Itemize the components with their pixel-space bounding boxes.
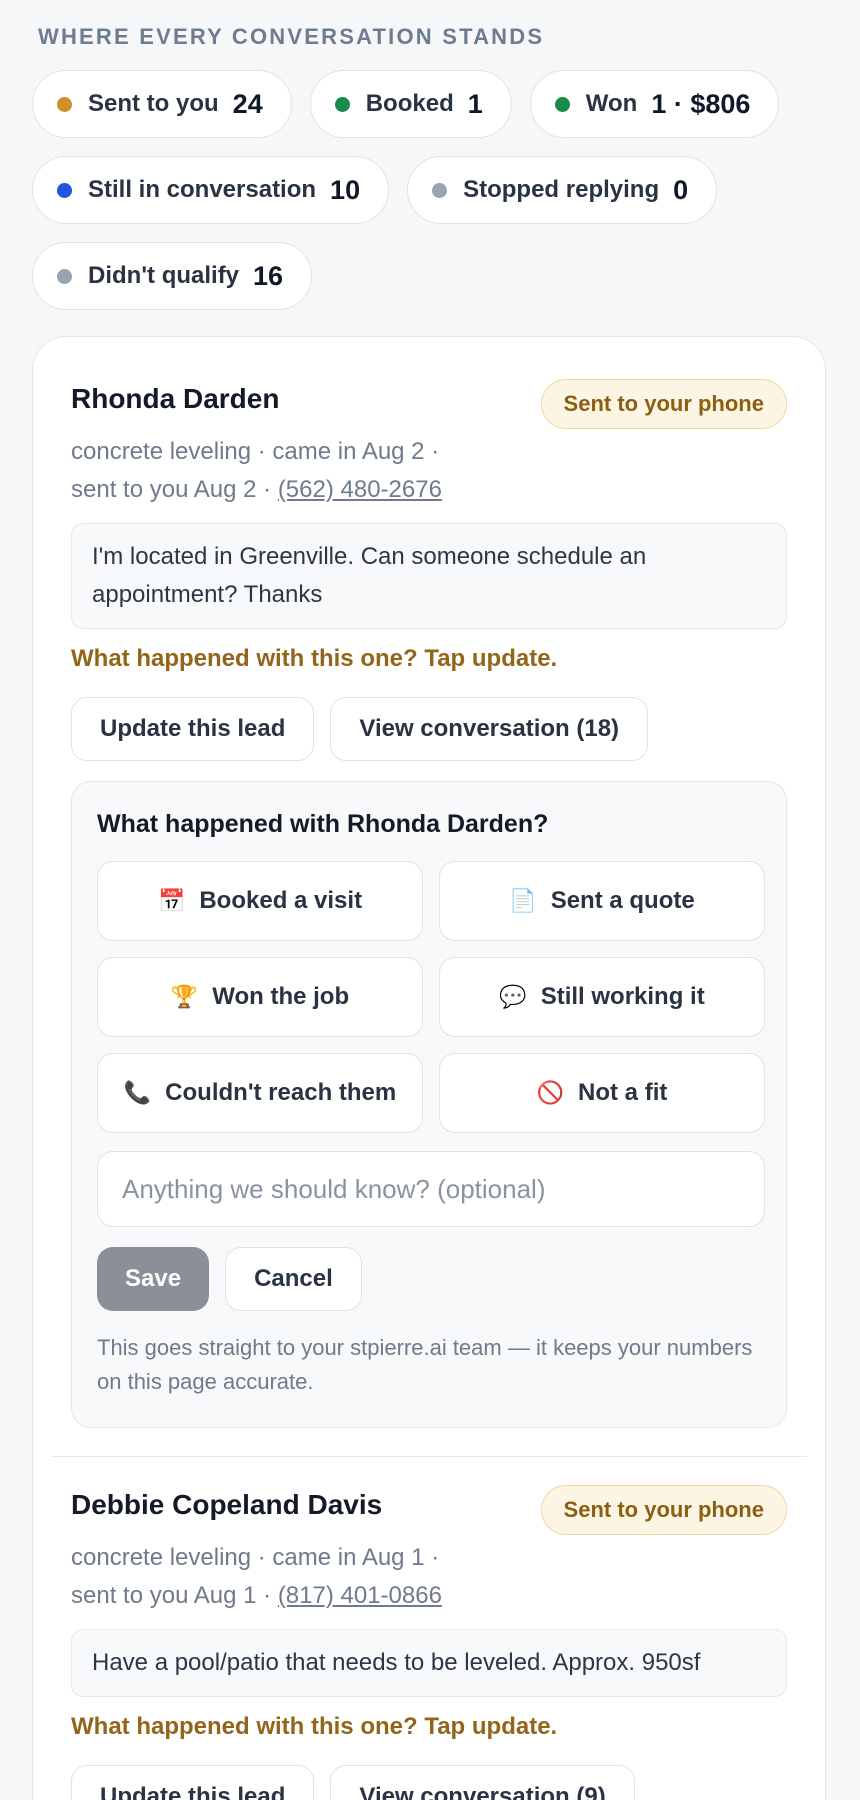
notes-input[interactable] xyxy=(97,1151,765,1227)
cancel-button[interactable]: Cancel xyxy=(225,1247,362,1311)
outcome-options: 📅 Booked a visit 📄 Sent a quote 🏆 Won th… xyxy=(97,861,765,1133)
calendar-icon: 📅 xyxy=(157,888,186,913)
chip-booked[interactable]: Booked 1 xyxy=(309,70,512,138)
option-label: Sent a quote xyxy=(550,887,695,914)
lead-name: Debbie Copeland Davis xyxy=(71,1489,383,1520)
update-lead-button[interactable]: Update this lead xyxy=(71,697,315,761)
status-chips: Sent to you 24 Booked 1 Won 1 · $806 Sti… xyxy=(32,70,832,310)
option-booked-a-visit[interactable]: 📅 Booked a visit xyxy=(97,861,423,941)
lead-meta-line2: sent to you Aug 1 · (817) 401-0866 xyxy=(71,1577,787,1615)
option-won-the-job[interactable]: 🏆 Won the job xyxy=(97,957,423,1037)
chip-label: Still in conversation xyxy=(88,176,317,203)
update-prompt: What happened with this one? Tap update. xyxy=(71,1713,558,1740)
option-label: Still working it xyxy=(540,983,705,1010)
chip-value: 24 xyxy=(232,88,263,119)
status-badge: Sent to your phone xyxy=(540,1485,787,1535)
option-not-a-fit[interactable]: 🚫 Not a fit xyxy=(439,1053,765,1133)
section-heading: WHERE EVERY CONVERSATION STANDS xyxy=(38,24,545,49)
option-label: Not a fit xyxy=(578,1079,668,1106)
speech-bubble-icon: 💬 xyxy=(499,984,527,1009)
option-couldnt-reach-them[interactable]: 📞 Couldn't reach them xyxy=(97,1053,423,1133)
chip-value: 16 xyxy=(253,260,284,291)
document-icon: 📄 xyxy=(509,888,537,913)
chip-value: 1 · $806 xyxy=(651,88,751,119)
chip-label: Sent to you xyxy=(88,90,219,117)
chip-stopped-replying[interactable]: Stopped replying 0 xyxy=(407,156,718,224)
phone-icon: 📞 xyxy=(123,1080,152,1105)
status-dot xyxy=(57,96,72,112)
chip-won[interactable]: Won 1 · $806 xyxy=(529,70,780,138)
lead-message: Have a pool/patio that needs to be level… xyxy=(71,1629,787,1697)
chip-still-in-conversation[interactable]: Still in conversation 10 xyxy=(32,156,390,224)
lead-header: Rhonda Darden Sent to your phone xyxy=(71,379,787,429)
option-label: Booked a visit xyxy=(199,887,363,914)
chip-label: Stopped replying xyxy=(463,176,660,203)
panel-footnote: This goes straight to your stpierre.ai t… xyxy=(97,1335,753,1394)
option-label: Couldn't reach them xyxy=(165,1079,397,1106)
lead-message: I'm located in Greenville. Can someone s… xyxy=(71,523,787,629)
divider xyxy=(51,1456,807,1457)
lead-meta-line1: concrete leveling · came in Aug 2 · xyxy=(71,438,440,465)
lead-meta: concrete leveling · came in Aug 1 · sent… xyxy=(71,1539,787,1615)
lead-sent-date: sent to you Aug 2 · xyxy=(71,476,278,503)
lead-actions: Update this lead View conversation (18) xyxy=(71,697,787,761)
chip-value: 1 xyxy=(467,88,483,119)
trophy-icon: 🏆 xyxy=(170,984,199,1009)
lead-item: Rhonda Darden Sent to your phone concret… xyxy=(71,379,787,1428)
lead-sent-date: sent to you Aug 1 · xyxy=(71,1582,278,1609)
save-button[interactable]: Save xyxy=(97,1247,210,1311)
lead-item: Debbie Copeland Davis Sent to your phone… xyxy=(71,1485,787,1800)
status-dot xyxy=(57,182,72,198)
lead-meta-line2: sent to you Aug 2 · (562) 480-2676 xyxy=(71,471,787,509)
status-dot xyxy=(554,96,570,112)
lead-actions: Update this lead View conversation (9) xyxy=(71,1765,787,1800)
status-badge: Sent to your phone xyxy=(540,379,787,429)
chip-label: Booked xyxy=(365,90,454,117)
update-lead-button[interactable]: Update this lead xyxy=(71,1765,315,1800)
option-sent-a-quote[interactable]: 📄 Sent a quote xyxy=(439,861,765,941)
option-still-working-it[interactable]: 💬 Still working it xyxy=(439,957,765,1037)
lead-meta-line1: concrete leveling · came in Aug 1 · xyxy=(71,1544,440,1571)
chip-sent-to-you[interactable]: Sent to you 24 xyxy=(32,70,292,138)
panel-actions: Save Cancel xyxy=(97,1247,762,1311)
status-dot xyxy=(57,268,72,284)
page: WHERE EVERY CONVERSATION STANDS Sent to … xyxy=(0,0,860,1800)
prohibited-icon: 🚫 xyxy=(536,1080,565,1105)
status-dot xyxy=(334,96,350,112)
view-conversation-button[interactable]: View conversation (18) xyxy=(330,697,649,761)
chip-value: 0 xyxy=(673,174,689,205)
chip-label: Won xyxy=(585,90,638,117)
view-conversation-button[interactable]: View conversation (9) xyxy=(330,1765,635,1800)
lead-meta: concrete leveling · came in Aug 2 · sent… xyxy=(71,433,787,509)
chip-didnt-qualify[interactable]: Didn't qualify 16 xyxy=(32,242,313,310)
status-dot xyxy=(432,182,448,198)
chip-label: Didn't qualify xyxy=(88,262,240,289)
phone-link[interactable]: (817) 401-0866 xyxy=(278,1582,442,1609)
update-prompt: What happened with this one? Tap update. xyxy=(71,645,558,672)
option-label: Won the job xyxy=(212,983,350,1010)
phone-link[interactable]: (562) 480-2676 xyxy=(278,476,442,503)
update-panel: What happened with Rhonda Darden? 📅 Book… xyxy=(71,781,787,1428)
lead-header: Debbie Copeland Davis Sent to your phone xyxy=(71,1485,787,1535)
chip-value: 10 xyxy=(330,174,361,205)
leads-card: Rhonda Darden Sent to your phone concret… xyxy=(32,336,826,1800)
panel-title: What happened with Rhonda Darden? xyxy=(97,810,549,838)
lead-name: Rhonda Darden xyxy=(71,383,280,414)
